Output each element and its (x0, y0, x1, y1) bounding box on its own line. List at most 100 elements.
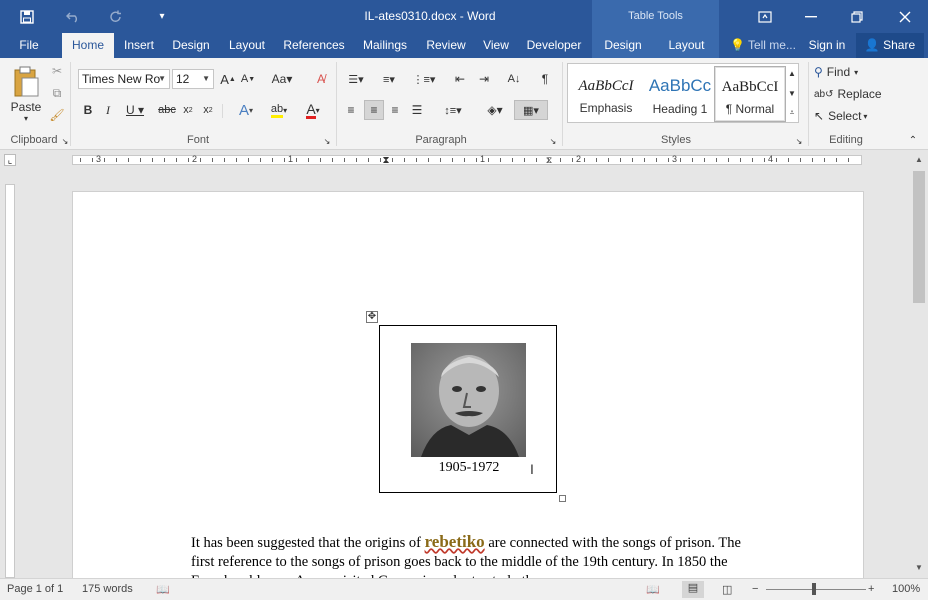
vertical-ruler[interactable] (0, 169, 20, 578)
line-spacing-icon[interactable]: ↕≡▾ (438, 100, 468, 120)
proofing-icon[interactable]: 📖 (156, 583, 170, 596)
change-case-icon[interactable]: Aa▾ (268, 69, 296, 89)
tab-review[interactable]: Review (422, 33, 470, 58)
sort-icon[interactable]: A↓ (504, 69, 524, 89)
tab-layout[interactable]: Layout (224, 33, 270, 58)
tab-home[interactable]: Home (62, 33, 114, 58)
tab-design[interactable]: Design (168, 33, 214, 58)
paste-button[interactable]: Paste ▾ (6, 62, 46, 126)
bold-icon[interactable]: B (80, 100, 96, 120)
font-color-icon[interactable]: A ▾ (298, 100, 328, 120)
tab-table-design[interactable]: Design (592, 33, 654, 58)
style-normal[interactable]: AaBbCcI ¶ Normal (714, 66, 786, 122)
scroll-up-icon[interactable]: ▲ (913, 155, 925, 167)
customize-quick-access-icon[interactable]: ▾ (152, 0, 172, 33)
select-button[interactable]: ↖ Select ▾ (814, 106, 886, 126)
tab-selector-icon[interactable]: ⌞ (4, 154, 16, 166)
cut-icon[interactable]: ✂ (48, 62, 66, 80)
right-indent-marker-icon[interactable]: ⧖ (543, 153, 555, 167)
font-launcher-icon[interactable]: ↘ (322, 136, 332, 146)
show-formatting-marks-icon[interactable]: ¶ (536, 69, 554, 89)
scrollbar-thumb[interactable] (913, 171, 925, 303)
tab-table-layout[interactable]: Layout (654, 33, 719, 58)
word-count[interactable]: 175 words (82, 583, 133, 595)
share-button[interactable]: 👤 Share (856, 33, 924, 58)
style-heading-1[interactable]: AaBbCc Heading 1 (644, 66, 716, 122)
styles-scroll-down-icon[interactable]: ▼ (786, 84, 798, 102)
tab-view[interactable]: View (478, 33, 514, 58)
find-button[interactable]: ⚲ Find ▾ (814, 62, 878, 82)
scroll-down-icon[interactable]: ▼ (913, 563, 925, 575)
strikethrough-icon[interactable]: abc (158, 100, 176, 120)
superscript-icon[interactable]: x2 (200, 100, 216, 120)
font-name-combo[interactable]: Times New Ro ▼ (78, 69, 170, 89)
zoom-level[interactable]: 100% (892, 583, 920, 595)
styles-more-icon[interactable]: ⩡ (786, 104, 798, 122)
align-left-icon[interactable]: ≡ (342, 100, 360, 120)
align-right-icon[interactable]: ≡ (386, 100, 404, 120)
styles-scroll-up-icon[interactable]: ▲ (786, 64, 798, 82)
redo-icon[interactable] (104, 0, 128, 33)
table-tools-context: Table Tools (592, 0, 719, 33)
text-effects-icon[interactable]: A ▾ (232, 100, 260, 120)
tab-references[interactable]: References (280, 33, 348, 58)
numbering-icon[interactable]: ≡▾ (374, 69, 404, 89)
print-layout-icon[interactable]: ▤ (682, 581, 704, 598)
italic-icon[interactable]: I (100, 100, 116, 120)
highlight-color-icon[interactable]: ab ▾ (264, 100, 294, 120)
increase-indent-icon[interactable]: ⇥ (474, 69, 494, 89)
document-area[interactable]: ✥ 1905-1972 I It has been suggested that… (20, 169, 910, 578)
ribbon-display-options-icon[interactable] (742, 0, 788, 33)
clipboard-launcher-icon[interactable]: ↘ (60, 136, 70, 146)
shading-icon[interactable]: ◈▾ (480, 100, 510, 120)
bullets-icon[interactable]: ☰▾ (342, 69, 370, 89)
indent-marker-icon[interactable]: ⧗ (380, 153, 392, 167)
copy-icon[interactable]: ⧉ (48, 84, 66, 102)
document-page[interactable]: ✥ 1905-1972 I It has been suggested that… (72, 191, 864, 578)
zoom-out-icon[interactable]: − (752, 583, 758, 595)
save-icon[interactable] (14, 0, 40, 33)
tell-me-box[interactable]: 💡 Tell me... (730, 33, 800, 58)
clear-formatting-icon[interactable]: A̸ (312, 69, 330, 89)
paragraph-launcher-icon[interactable]: ↘ (548, 136, 558, 146)
justify-icon[interactable]: ☰ (408, 100, 426, 120)
ruler-tick (200, 158, 201, 162)
restore-icon[interactable] (834, 0, 880, 33)
page-count[interactable]: Page 1 of 1 (7, 583, 63, 595)
vertical-scrollbar[interactable]: ▲ ▼ (910, 151, 928, 578)
borders-icon[interactable]: ▦▾ (514, 100, 548, 120)
read-mode-icon[interactable]: 📖 (646, 583, 660, 596)
zoom-slider-track[interactable] (766, 589, 866, 590)
styles-launcher-icon[interactable]: ↘ (794, 136, 804, 146)
decrease-indent-icon[interactable]: ⇤ (450, 69, 470, 89)
format-painter-icon[interactable]: 🖌 (48, 106, 66, 124)
body-paragraph[interactable]: It has been suggested that the origins o… (191, 532, 751, 578)
collapse-ribbon-icon[interactable]: ⌃ (906, 134, 920, 146)
undo-icon[interactable] (58, 0, 88, 33)
table-move-handle-icon[interactable]: ✥ (366, 311, 378, 323)
tab-insert[interactable]: Insert (118, 33, 160, 58)
sign-in-link[interactable]: Sign in (802, 33, 852, 58)
tab-file[interactable]: File (8, 33, 50, 58)
chevron-down-icon: ▾ (854, 67, 859, 77)
replace-button[interactable]: ab↺ Replace (814, 84, 886, 104)
horizontal-ruler[interactable]: ⌞ 3 2 1 1 2 3 4 ⧗ ⧖ (0, 151, 928, 169)
underline-icon[interactable]: U ▾ (122, 100, 148, 120)
minimize-icon[interactable] (788, 0, 834, 33)
portrait-photo[interactable] (411, 343, 526, 457)
font-size-combo[interactable]: 12 ▼ (172, 69, 214, 89)
zoom-in-icon[interactable]: + (868, 583, 874, 595)
subscript-icon[interactable]: x2 (180, 100, 196, 120)
web-layout-icon[interactable]: ◫ (722, 583, 732, 596)
multilevel-list-icon[interactable]: ⋮≡▾ (408, 69, 440, 89)
tab-mailings[interactable]: Mailings (356, 33, 414, 58)
shrink-font-icon[interactable]: A ▼ (240, 69, 256, 89)
table-resize-handle[interactable] (559, 495, 566, 502)
zoom-slider-thumb[interactable] (812, 583, 816, 595)
grow-font-icon[interactable]: A ▲ (220, 69, 236, 89)
close-icon[interactable] (882, 0, 928, 33)
align-center-icon[interactable]: ≡ (364, 100, 384, 120)
style-emphasis[interactable]: AaBbCcI Emphasis (570, 66, 642, 122)
image-table[interactable]: 1905-1972 I (379, 325, 557, 493)
tab-developer[interactable]: Developer (522, 33, 586, 58)
